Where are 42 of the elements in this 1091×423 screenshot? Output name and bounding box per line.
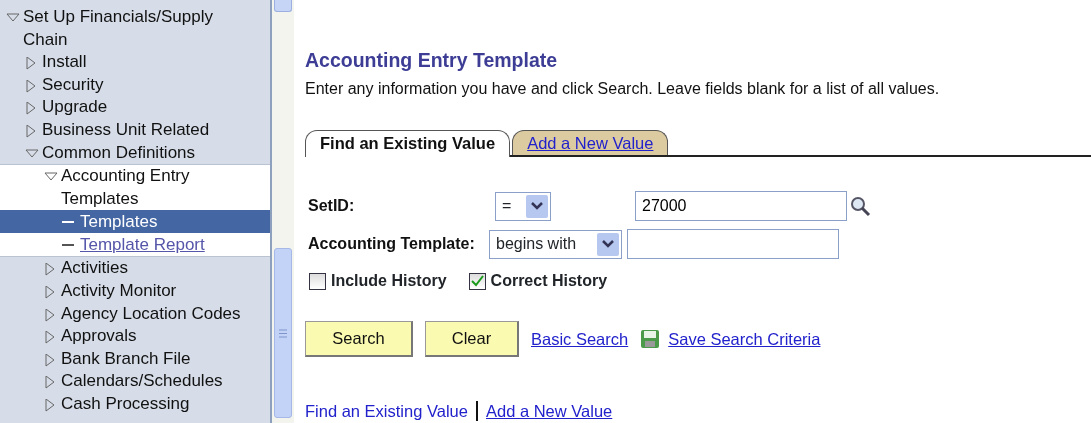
footer-link[interactable]: Add a New Value <box>485 399 613 423</box>
operator-dropdown[interactable]: begins with <box>489 229 622 259</box>
instructions-text: Enter any information you have and click Search. Leave fields blank for a list of all values. <box>305 79 941 100</box>
tab[interactable]: Find an Existing Value <box>305 130 511 158</box>
page-title: Accounting Entry Template <box>305 48 559 73</box>
search-button[interactable]: Search <box>305 321 413 358</box>
checkbox[interactable] <box>468 272 486 290</box>
tree-folder-item[interactable]: Activities <box>61 257 129 280</box>
chevron-icon[interactable] <box>602 240 614 249</box>
clear-button[interactable]: Clear <box>425 321 519 358</box>
chevron-icon[interactable] <box>531 202 543 211</box>
tree-folder-item[interactable]: Common Definitions <box>42 141 196 165</box>
tree-folder-item[interactable]: Install <box>42 51 87 74</box>
tree-folder-item[interactable]: Calendars/Schedules <box>61 370 223 393</box>
tree-folder-item[interactable]: Activity Monitor <box>61 279 177 303</box>
tree-folder-item[interactable]: Agency Location Codes <box>61 302 241 326</box>
tab[interactable]: Add a New Value <box>512 130 669 156</box>
field-label: SetID: <box>307 196 356 217</box>
input-field[interactable]: 27000 <box>635 191 847 222</box>
tree-link-item[interactable]: Template Report <box>80 233 205 257</box>
operator-dropdown[interactable]: = <box>495 191 551 221</box>
checkbox-label: Correct History <box>490 271 608 292</box>
search-icon[interactable] <box>849 195 871 218</box>
input-field[interactable] <box>627 229 839 260</box>
tree-folder-item[interactable]: Set Up Financials/Supply Chain <box>23 6 243 52</box>
tree-folder-item[interactable]: Business Unit Related <box>42 118 210 142</box>
tree-folder-item[interactable]: Accounting Entry Templates <box>61 165 270 211</box>
checkbox[interactable] <box>309 272 326 290</box>
grip-icon <box>279 328 287 338</box>
tree-folder-item[interactable]: Upgrade <box>42 96 108 119</box>
checkbox-label: Include History <box>331 271 447 292</box>
tree-folder-item[interactable]: Approvals <box>61 325 137 348</box>
save-search-link[interactable]: Save Search Criteria <box>668 326 821 352</box>
footer-link[interactable]: Find an Existing Value <box>305 399 468 423</box>
tree-folder-item[interactable]: Bank Branch File <box>61 347 191 371</box>
tree-folder-item[interactable]: Cash Processing <box>61 392 190 416</box>
field-label: Accounting Template: <box>307 234 476 255</box>
scrollbar[interactable] <box>272 0 294 423</box>
selected-tree-item[interactable]: Templates <box>0 210 270 234</box>
scrollbar-thumb[interactable] <box>274 248 292 418</box>
tree-folder-item[interactable]: Security <box>42 73 104 97</box>
basic-search-link[interactable]: Basic Search <box>531 326 629 352</box>
